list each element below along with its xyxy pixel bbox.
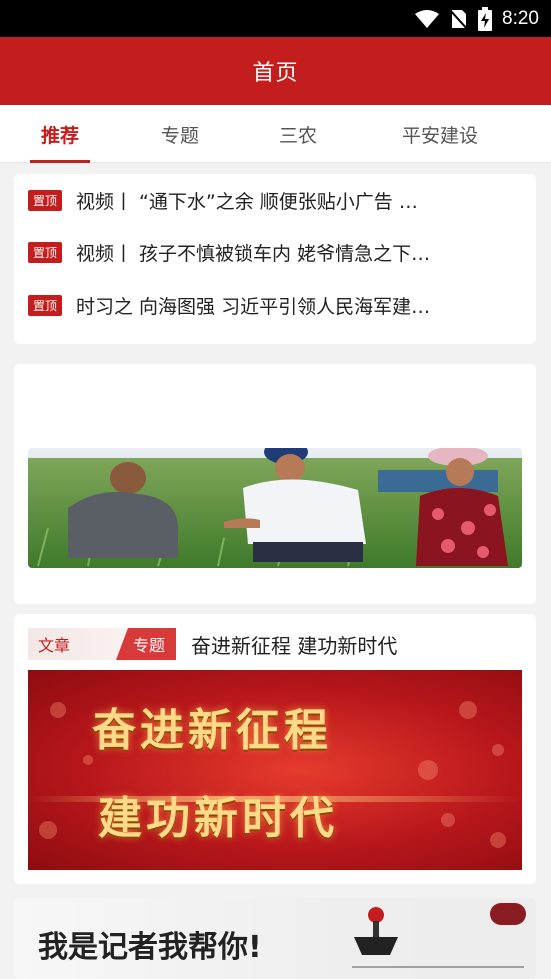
page-title: 首页 <box>252 61 299 86</box>
tab-recommend[interactable]: 推荐 <box>20 105 100 163</box>
pin-badge: 置顶 <box>28 241 63 263</box>
status-icons: 8:20 <box>414 0 539 37</box>
joystick-logo-icon <box>340 898 536 979</box>
tab-safety[interactable]: 平安建设 <box>380 105 500 163</box>
banner-card <box>14 364 536 604</box>
app-header: 首页 <box>0 37 551 105</box>
news-title: 视频丨 孩子不慎被锁车内 姥爷情急之下… <box>76 242 431 265</box>
status-time: 8:20 <box>502 7 539 29</box>
tab-bar: 推荐 专题 三农 平安建设 <box>0 105 551 163</box>
article-tag: 文章 <box>28 628 128 660</box>
banner-slogan-line2: 建功新时代 <box>98 793 338 844</box>
tab-agriculture[interactable]: 三农 <box>258 105 338 163</box>
news-item[interactable]: 置顶 视频丨 孩子不慎被锁车内 姥爷情急之下… <box>28 232 528 272</box>
tab-indicator <box>30 160 90 163</box>
status-bar: 8:20 <box>0 0 551 37</box>
pin-badge: 置顶 <box>28 294 63 316</box>
topic-tag: 文章 专题 <box>28 628 176 660</box>
promo-text: 我是记者我帮你! <box>38 930 262 965</box>
tab-topics[interactable]: 专题 <box>140 105 220 163</box>
banner-slogan-line1: 奋进新征程 <box>92 705 332 756</box>
news-title: 视频丨 “通下水”之余 顺便张贴小广告 … <box>76 190 418 213</box>
banner-photo[interactable] <box>28 448 522 568</box>
news-item[interactable]: 置顶 视频丨 “通下水”之余 顺便张贴小广告 … <box>28 180 528 220</box>
watermark-logo <box>340 898 536 979</box>
battery-charging-icon <box>478 6 493 31</box>
topic-title: 奋进新征程 建功新时代 <box>191 633 398 658</box>
news-item[interactable]: 置顶 时习之 向海图强 习近平引领人民海军建… <box>28 285 528 325</box>
news-title: 时习之 向海图强 习近平引领人民海军建… <box>76 295 431 318</box>
topic-banner[interactable]: 奋进新征程 建功新时代 <box>28 670 522 870</box>
no-sim-icon <box>450 8 469 30</box>
special-topic-card[interactable]: 文章 专题 奋进新征程 建功新时代 奋进新征程 建功新时代 <box>14 614 536 884</box>
pin-badge: 置顶 <box>28 189 63 211</box>
promo-card[interactable]: 我是记者我帮你! <box>14 898 536 979</box>
farm-photo-image <box>28 448 522 568</box>
wifi-icon <box>415 9 440 28</box>
pinned-news-card: 置顶 视频丨 “通下水”之余 顺便张贴小广告 … 置顶 视频丨 孩子不慎被锁车内… <box>14 174 536 344</box>
